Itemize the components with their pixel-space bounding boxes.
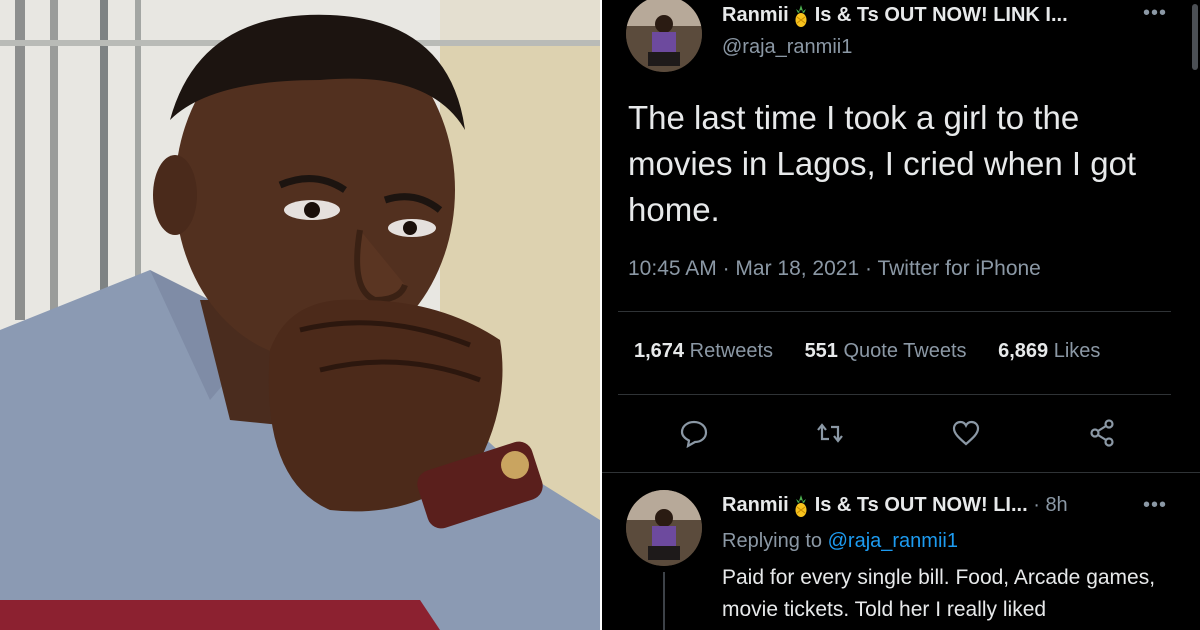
retweets-count: 1,674: [634, 340, 685, 362]
reply-text: Paid for every single bill. Food, Arcade…: [722, 566, 1156, 621]
replying-to: Replying to @raja_ranmii1: [722, 530, 958, 553]
display-name[interactable]: Ranmii: [722, 4, 789, 27]
tweet-source[interactable]: Twitter for iPhone: [877, 257, 1040, 280]
avatar[interactable]: [626, 0, 702, 72]
thread-line: [663, 572, 665, 630]
replying-mention-link[interactable]: @raja_ranmii1: [828, 530, 958, 552]
pineapple-icon: [795, 4, 807, 27]
retweet-icon[interactable]: [815, 418, 845, 448]
quotes-count: 551: [804, 340, 838, 362]
divider-top: [618, 311, 1171, 312]
reply-display-name-suffix[interactable]: Is & Ts OUT NOW! LI...: [815, 494, 1028, 517]
reply-name-row[interactable]: Ranmii Is & Ts OUT NOW! LI... · 8h: [722, 494, 1068, 517]
reply-avatar[interactable]: [626, 490, 702, 566]
divider-middle: [618, 394, 1171, 395]
replying-prefix: Replying to: [722, 530, 823, 552]
retweets-stat[interactable]: 1,674 Retweets: [634, 340, 773, 362]
tweet-handle[interactable]: @raja_ranmii1: [722, 36, 852, 59]
reply-display-name[interactable]: Ranmii: [722, 494, 789, 517]
pineapple-icon: [795, 494, 807, 517]
avatar-image: [626, 0, 702, 72]
tweet-text: The last time I took a girl to the movie…: [628, 99, 1137, 228]
likes-count: 6,869: [998, 340, 1049, 362]
tweet-time[interactable]: 10:45 AM: [628, 257, 717, 280]
reply-icon[interactable]: [679, 418, 709, 448]
reply-more-options-icon[interactable]: •••: [1143, 494, 1167, 517]
display-name-suffix[interactable]: Is & Ts OUT NOW! LINK I...: [815, 4, 1068, 27]
more-options-icon[interactable]: •••: [1143, 2, 1167, 25]
quotes-label: Quote Tweets: [843, 340, 967, 362]
tweet-date[interactable]: Mar 18, 2021: [735, 257, 859, 280]
like-icon[interactable]: [951, 418, 981, 448]
reply-age[interactable]: 8h: [1045, 494, 1067, 517]
share-icon[interactable]: [1087, 418, 1117, 448]
scrollbar[interactable]: [1192, 4, 1198, 70]
man-portrait-photo: [0, 0, 600, 630]
quotes-stat[interactable]: 551 Quote Tweets: [805, 340, 967, 362]
tweet-name-row[interactable]: Ranmii Is & Ts OUT NOW! LINK I...: [722, 4, 1068, 27]
likes-stat[interactable]: 6,869 Likes: [998, 340, 1100, 362]
likes-label: Likes: [1053, 340, 1101, 362]
reply-separator: ·: [1027, 494, 1046, 516]
meta-separator: ·: [865, 257, 878, 280]
avatar-image: [626, 490, 702, 566]
tweet-stats: 1,674 Retweets 551 Quote Tweets 6,869 Li…: [634, 340, 1126, 363]
divider-bottom: [602, 472, 1200, 473]
tweet-panel: Ranmii Is & Ts OUT NOW! LINK I... @raja_…: [602, 0, 1200, 630]
meta-separator: ·: [722, 257, 736, 280]
photo-panel: [0, 0, 600, 630]
tweet-meta: 10:45 AM · Mar 18, 2021 · Twitter for iP…: [628, 257, 1041, 281]
retweets-label: Retweets: [689, 340, 773, 362]
